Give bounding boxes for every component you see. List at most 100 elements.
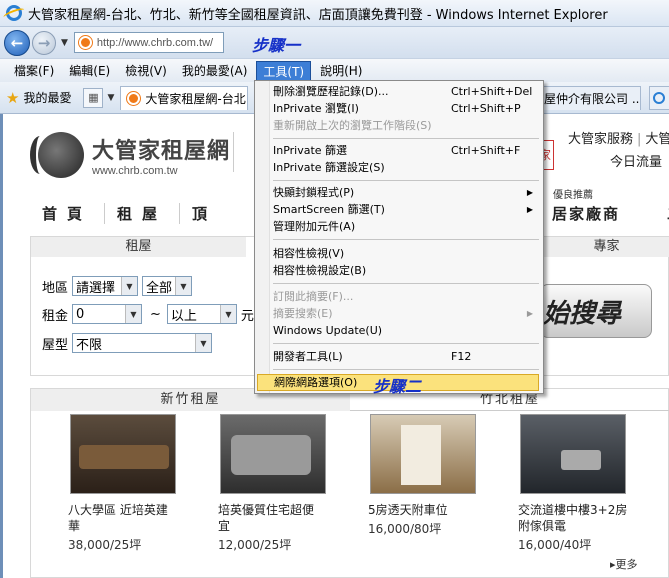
item-label: InPrivate 篩選設定(S) [273,161,385,174]
menu-windows-update[interactable]: Windows Update(U) [273,323,539,339]
nav-transfer[interactable]: 頂 [180,203,229,224]
type-select[interactable]: 不限 ▼ [72,333,212,353]
window-title: 大管家租屋網-台北、竹北、新竹等全國租屋資訊、店面頂讓免費刊登 - Window… [28,7,608,23]
menu-feed-discovery: 摘要搜索(E) ▶ [273,306,539,322]
menu-file[interactable]: 檔案(F) [8,61,60,81]
menu-favorites[interactable]: 我的最愛(A) [176,61,254,81]
nav-secondhand[interactable]: 二 [655,203,669,224]
nav-home[interactable]: 首頁 [30,202,106,224]
menu-separator [273,343,539,344]
item-label: InPrivate 篩選 [273,144,348,157]
menu-subscribe-feed: 訂閱此摘要(F)... [273,289,539,305]
menu-smartscreen[interactable]: SmartScreen 篩選(T) ▶ [273,202,539,218]
listing-price: 12,000/25坪 [218,538,292,552]
city-select[interactable]: 請選擇 ▼ [72,276,138,296]
menu-manage-addons[interactable]: 管理附加元件(A) [273,219,539,235]
item-shortcut: Ctrl+Shift+F [451,144,521,157]
menu-separator [273,369,539,370]
listing-card[interactable]: 5房透天附車位 16,000/80坪 [330,414,476,537]
item-label: 相容性檢視設定(B) [273,264,367,277]
item-label: 網際網路選項(O) [274,376,358,389]
type-value: 不限 [76,337,103,353]
logo-name: 大管家租屋網 [92,139,231,164]
tab-agency[interactable]: 屋仲介有限公司 ... [541,86,641,110]
rent-unit: 元 [240,308,254,324]
listing-title[interactable]: 八大學區 近培英建華 [30,502,170,534]
district-value: 全部 [146,280,173,296]
listing-photo[interactable] [70,414,176,494]
menu-tools[interactable]: 工具(T) [256,60,312,81]
city-value: 請選擇 [76,280,116,296]
tab-list-dropdown-icon[interactable]: ▼ [107,93,114,103]
item-label: 刪除瀏覽歷程記錄(D)... [273,85,389,98]
menu-separator [273,180,539,181]
district-select[interactable]: 全部 ▼ [142,276,192,296]
grid-icon: ▦ [88,91,99,104]
listing-photo[interactable] [220,414,326,494]
menu-compat-view[interactable]: 相容性檢視(V) [273,246,539,262]
chevron-down-icon: ▼ [195,334,211,352]
rent-label: 租金 [42,308,69,324]
menu-separator [273,138,539,139]
menu-developer-tools[interactable]: 開發者工具(L) F12 [273,349,539,365]
listing-card[interactable]: 培英優質住宅超便宜 12,000/25坪 [180,414,326,553]
tab-title: 大管家租屋網-台北... [145,91,249,106]
menu-delete-history[interactable]: 刪除瀏覽歷程記錄(D)... Ctrl+Shift+Del [273,84,539,100]
more-link[interactable]: ▸更多 [610,556,638,572]
item-label: SmartScreen 篩選(T) [273,203,385,216]
menu-inprivate-browsing[interactable]: InPrivate 瀏覽(I) Ctrl+Shift+P [273,101,539,117]
history-dropdown-icon[interactable]: ▼ [61,38,68,48]
listing-photo[interactable] [520,414,626,494]
item-label: 開發者工具(L) [273,350,343,363]
step1-annotation: 步驟一 [252,36,301,55]
ie-tab-icon [653,92,665,104]
tab-new[interactable] [649,86,669,110]
url-field[interactable]: http://www.chrb.com.tw/ [73,32,224,53]
back-button[interactable]: ← [4,29,30,56]
site-favicon-icon [78,36,92,49]
ie-logo-icon [6,5,22,21]
favorites-button[interactable]: 我的最愛 [23,89,71,106]
site-logo[interactable]: 大管家租屋網 www.chrb.com.tw [30,132,231,178]
listing-card[interactable]: 交流道樓中樓3+2房附傢俱電 16,000/40坪 [480,414,630,553]
tab-chrb[interactable]: 大管家租屋網-台北... [120,85,249,110]
chevron-down-icon: ▼ [121,277,137,295]
item-label: 重新開啟上次的瀏覽工作階段(S) [273,119,432,132]
address-bar: ← → ▼ http://www.chrb.com.tw/ [0,27,669,58]
listing-card[interactable]: 八大學區 近培英建華 38,000/25坪 [30,414,176,553]
menu-compat-settings[interactable]: 相容性檢視設定(B) [273,263,539,279]
nav-vendors[interactable]: 居家廠商 [540,203,632,224]
tab-rent[interactable]: 租屋 [31,237,246,257]
search-button[interactable]: 始搜尋 [540,284,652,338]
forward-button[interactable]: → [32,30,56,55]
chevron-down-icon: ▼ [175,277,191,295]
menu-inprivate-filter-settings[interactable]: InPrivate 篩選設定(S) [273,160,539,176]
nav-rent[interactable]: 租屋 [105,202,181,224]
menu-view[interactable]: 檢視(V) [119,61,173,81]
area-label: 地區 [42,280,69,296]
rent-row: 租金 0 ▼ ~ 以上 ▼ 元 [42,304,254,324]
item-label: InPrivate 瀏覽(I) [273,102,359,115]
top-link-service[interactable]: 大管家服務 [568,132,633,147]
quick-tabs-button[interactable]: ▦ [83,87,104,108]
rent-max-value: 以上 [170,308,197,324]
listing-title[interactable]: 培英優質住宅超便宜 [180,502,320,534]
item-label: 相容性檢視(V) [273,247,345,260]
menu-reopen-session: 重新開啟上次的瀏覽工作階段(S) [273,118,539,134]
tab-expert[interactable]: 專家 [543,237,669,257]
top-link-more[interactable]: 大管 [645,132,669,147]
menu-inprivate-filter[interactable]: InPrivate 篩選 Ctrl+Shift+F [273,143,539,159]
step2-annotation: 步驟二 [373,377,422,396]
listing-title[interactable]: 交流道樓中樓3+2房附傢俱電 [480,502,630,534]
logo-url: www.chrb.com.tw [92,165,178,177]
submenu-arrow-icon: ▶ [526,205,533,214]
rent-min-select[interactable]: 0 ▼ [72,304,142,324]
menu-popup-blocker[interactable]: 快顯封鎖程式(P) ▶ [273,185,539,201]
item-label: Windows Update(U) [273,324,383,337]
rent-max-select[interactable]: 以上 ▼ [166,304,237,324]
menu-edit[interactable]: 編輯(E) [63,61,116,81]
listing-title[interactable]: 5房透天附車位 [330,502,470,518]
listing-photo[interactable] [370,414,476,494]
menu-help[interactable]: 說明(H) [314,61,368,81]
tab2-title: 屋仲介有限公司 ... [544,92,641,106]
